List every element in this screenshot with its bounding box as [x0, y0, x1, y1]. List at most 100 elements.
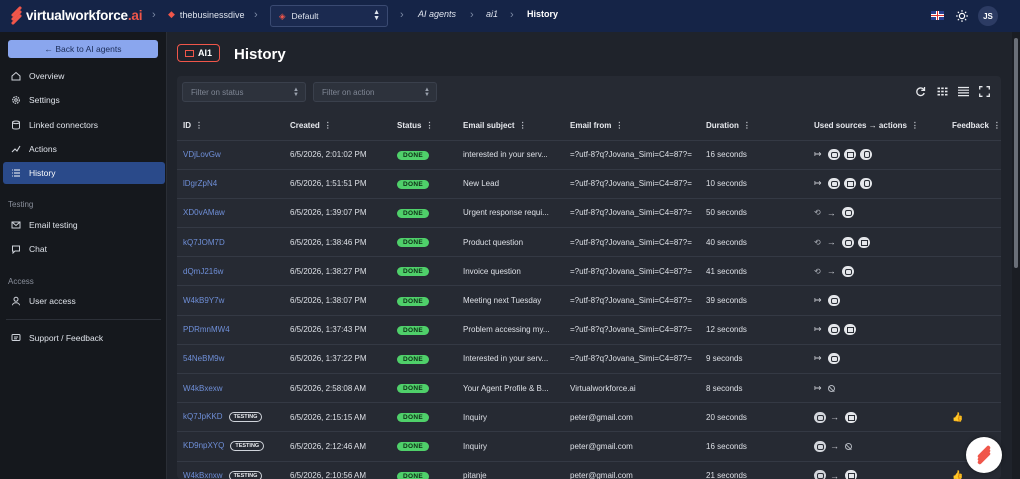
- knowledge-base-icon[interactable]: [814, 440, 826, 452]
- table-row[interactable]: KD9npXYQ TESTING 6/5/2026, 2:12:46 AM DONE I…: [177, 431, 1001, 462]
- sidebar-item-label: User access: [29, 296, 76, 306]
- column-header-status[interactable]: Status ⋮: [391, 112, 457, 140]
- table-row[interactable]: 54NeBM9w 6/5/2026, 1:37:22 PM DONE Interest…: [177, 343, 1001, 374]
- row-id-link[interactable]: XD0vAMaw: [183, 208, 225, 217]
- table-row[interactable]: W4kB9Y7w 6/5/2026, 1:38:07 PM DONE Meeting …: [177, 285, 1001, 316]
- email-action-icon[interactable]: [845, 411, 857, 423]
- email-action-icon[interactable]: [845, 470, 857, 479]
- row-subject: Invoice question: [457, 256, 564, 286]
- row-id-link[interactable]: VDjLovGw: [183, 150, 221, 159]
- table-row[interactable]: PDRmnMW4 6/5/2026, 1:37:43 PM DONE Problem …: [177, 314, 1001, 345]
- column-header-created[interactable]: Created ⋮: [284, 112, 391, 140]
- row-id-link[interactable]: W4kBxnxw: [183, 471, 223, 479]
- table-row[interactable]: VDjLovGw 6/5/2026, 2:01:02 PM DONE interest…: [177, 139, 1001, 170]
- email-action-icon[interactable]: [843, 324, 856, 336]
- ai-source-icon[interactable]: [841, 265, 854, 277]
- table-row[interactable]: W4kBxexw 6/5/2026, 2:58:08 AM DONE Your Age…: [177, 372, 1001, 403]
- table-row[interactable]: kQ7JOM7D 6/5/2026, 1:38:46 PM DONE Product …: [177, 227, 1001, 257]
- table-row[interactable]: kQ7JpKKD TESTING 6/5/2026, 2:15:15 AM DONE I…: [177, 402, 1001, 432]
- sidebar-item-chat[interactable]: Chat: [3, 238, 165, 260]
- table-row[interactable]: XD0vAMaw 6/5/2026, 1:39:07 PM DONE Urgent r…: [177, 197, 1001, 228]
- document-icon[interactable]: [859, 178, 872, 190]
- row-created: 6/5/2026, 2:01:02 PM: [284, 139, 391, 170]
- ai-source-icon[interactable]: [841, 207, 854, 219]
- breadcrumb-agent[interactable]: ai1: [486, 9, 498, 19]
- row-id-link[interactable]: W4kBxexw: [183, 384, 223, 393]
- table-row[interactable]: lDgrZpN4 6/5/2026, 1:51:51 PM DONE New Lead…: [177, 168, 1001, 199]
- avatar[interactable]: JS: [978, 6, 998, 26]
- ai-source-icon[interactable]: [827, 178, 840, 190]
- density-icon[interactable]: [958, 86, 969, 97]
- sidebar-item-settings[interactable]: Settings: [3, 89, 165, 111]
- page-scrollbar[interactable]: [1012, 32, 1020, 479]
- scrollbar-thumb[interactable]: [1014, 38, 1018, 268]
- row-id-link[interactable]: kQ7JpKKD: [183, 412, 223, 421]
- back-to-agents-button[interactable]: ← Back to AI agents: [8, 40, 158, 58]
- sidebar-item-overview[interactable]: Overview: [3, 65, 165, 87]
- breadcrumb-agents[interactable]: AI agents: [418, 9, 456, 19]
- refresh-icon[interactable]: [915, 86, 926, 97]
- email-action-icon[interactable]: [843, 178, 856, 190]
- column-header-feedback[interactable]: Feedback ⋮: [946, 112, 1001, 140]
- ai-source-icon[interactable]: [827, 295, 840, 307]
- row-from: Virtualworkforce.ai: [564, 372, 700, 403]
- row-sources: ⟲ →: [808, 227, 946, 257]
- row-id-link[interactable]: KD9npXYQ: [183, 442, 224, 451]
- row-id-link[interactable]: kQ7JOM7D: [183, 238, 225, 247]
- column-menu-icon[interactable]: ⋮: [993, 121, 1001, 130]
- table-row[interactable]: W4kBxnxw TESTING 6/5/2026, 2:10:56 AM DONE p…: [177, 460, 1001, 479]
- thumbs-up-icon[interactable]: 👍: [952, 470, 963, 479]
- row-id-link[interactable]: PDRmnMW4: [183, 325, 230, 334]
- row-id-link[interactable]: W4kB9Y7w: [183, 296, 224, 305]
- sidebar-item-support[interactable]: Support / Feedback: [3, 327, 165, 349]
- email-action-icon[interactable]: [857, 236, 870, 248]
- section-label-testing: Testing: [8, 200, 34, 209]
- app-logo[interactable]: virtualworkforce.ai: [10, 5, 142, 26]
- column-header-id[interactable]: ID ⋮: [177, 112, 284, 140]
- column-menu-icon[interactable]: ⋮: [615, 121, 623, 130]
- ai-source-icon[interactable]: [827, 324, 840, 336]
- support-chat-button[interactable]: [966, 437, 1002, 473]
- column-menu-icon[interactable]: ⋮: [911, 121, 919, 130]
- row-id-link[interactable]: 54NeBM9w: [183, 354, 224, 363]
- action-filter-placeholder: Filter on action: [322, 87, 375, 97]
- sidebar-item-user-access[interactable]: User access: [3, 290, 165, 312]
- row-id-link[interactable]: dQmJ216w: [183, 267, 223, 276]
- ai-source-icon[interactable]: [841, 236, 854, 248]
- email-action-icon[interactable]: [843, 149, 856, 161]
- column-menu-icon[interactable]: ⋮: [195, 121, 203, 130]
- row-duration: 50 seconds: [700, 197, 808, 228]
- row-sources: ↦: [808, 139, 946, 170]
- ai-source-icon[interactable]: [827, 353, 840, 365]
- status-filter-select[interactable]: Filter on status ▲ ▼: [182, 82, 306, 102]
- sidebar-item-email-testing[interactable]: Email testing: [3, 214, 165, 236]
- uk-flag-icon[interactable]: [931, 11, 944, 20]
- table-row[interactable]: dQmJ216w 6/5/2026, 1:38:27 PM DONE Invoice …: [177, 256, 1001, 286]
- column-menu-icon[interactable]: ⋮: [519, 121, 527, 130]
- column-header-sources[interactable]: Used sources → actions ⋮: [808, 112, 946, 140]
- column-menu-icon[interactable]: ⋮: [743, 121, 751, 130]
- sun-icon[interactable]: [956, 10, 968, 22]
- row-id-link[interactable]: lDgrZpN4: [183, 179, 217, 188]
- knowledge-base-icon[interactable]: [814, 411, 826, 423]
- action-filter-select[interactable]: Filter on action ▲ ▼: [313, 82, 437, 102]
- row-from: peter@gmail.com: [564, 431, 700, 462]
- document-icon[interactable]: [859, 149, 872, 161]
- sidebar-item-history[interactable]: History: [3, 162, 165, 184]
- row-subject: Meeting next Tuesday: [457, 285, 564, 316]
- sidebar-item-linked-connectors[interactable]: Linked connectors: [3, 114, 165, 136]
- columns-icon[interactable]: [937, 86, 948, 97]
- knowledge-base-icon[interactable]: [814, 470, 826, 479]
- sidebar-item-actions[interactable]: Actions: [3, 138, 165, 160]
- column-menu-icon[interactable]: ⋮: [425, 121, 433, 130]
- ai-source-icon[interactable]: [827, 149, 840, 161]
- fullscreen-icon[interactable]: [979, 86, 990, 97]
- agent-badge[interactable]: AI1: [177, 44, 221, 62]
- column-menu-icon[interactable]: ⋮: [324, 121, 332, 130]
- column-header-duration[interactable]: Duration ⋮: [700, 112, 808, 140]
- workspace-select[interactable]: ◈ Default ▲ ▼: [270, 5, 388, 27]
- column-header-from[interactable]: Email from ⋮: [564, 112, 700, 140]
- thumbs-up-icon[interactable]: 👍: [952, 412, 963, 422]
- column-header-subject[interactable]: Email subject ⋮: [457, 112, 564, 140]
- breadcrumb-org[interactable]: ◆ thebusinessdive: [168, 9, 244, 20]
